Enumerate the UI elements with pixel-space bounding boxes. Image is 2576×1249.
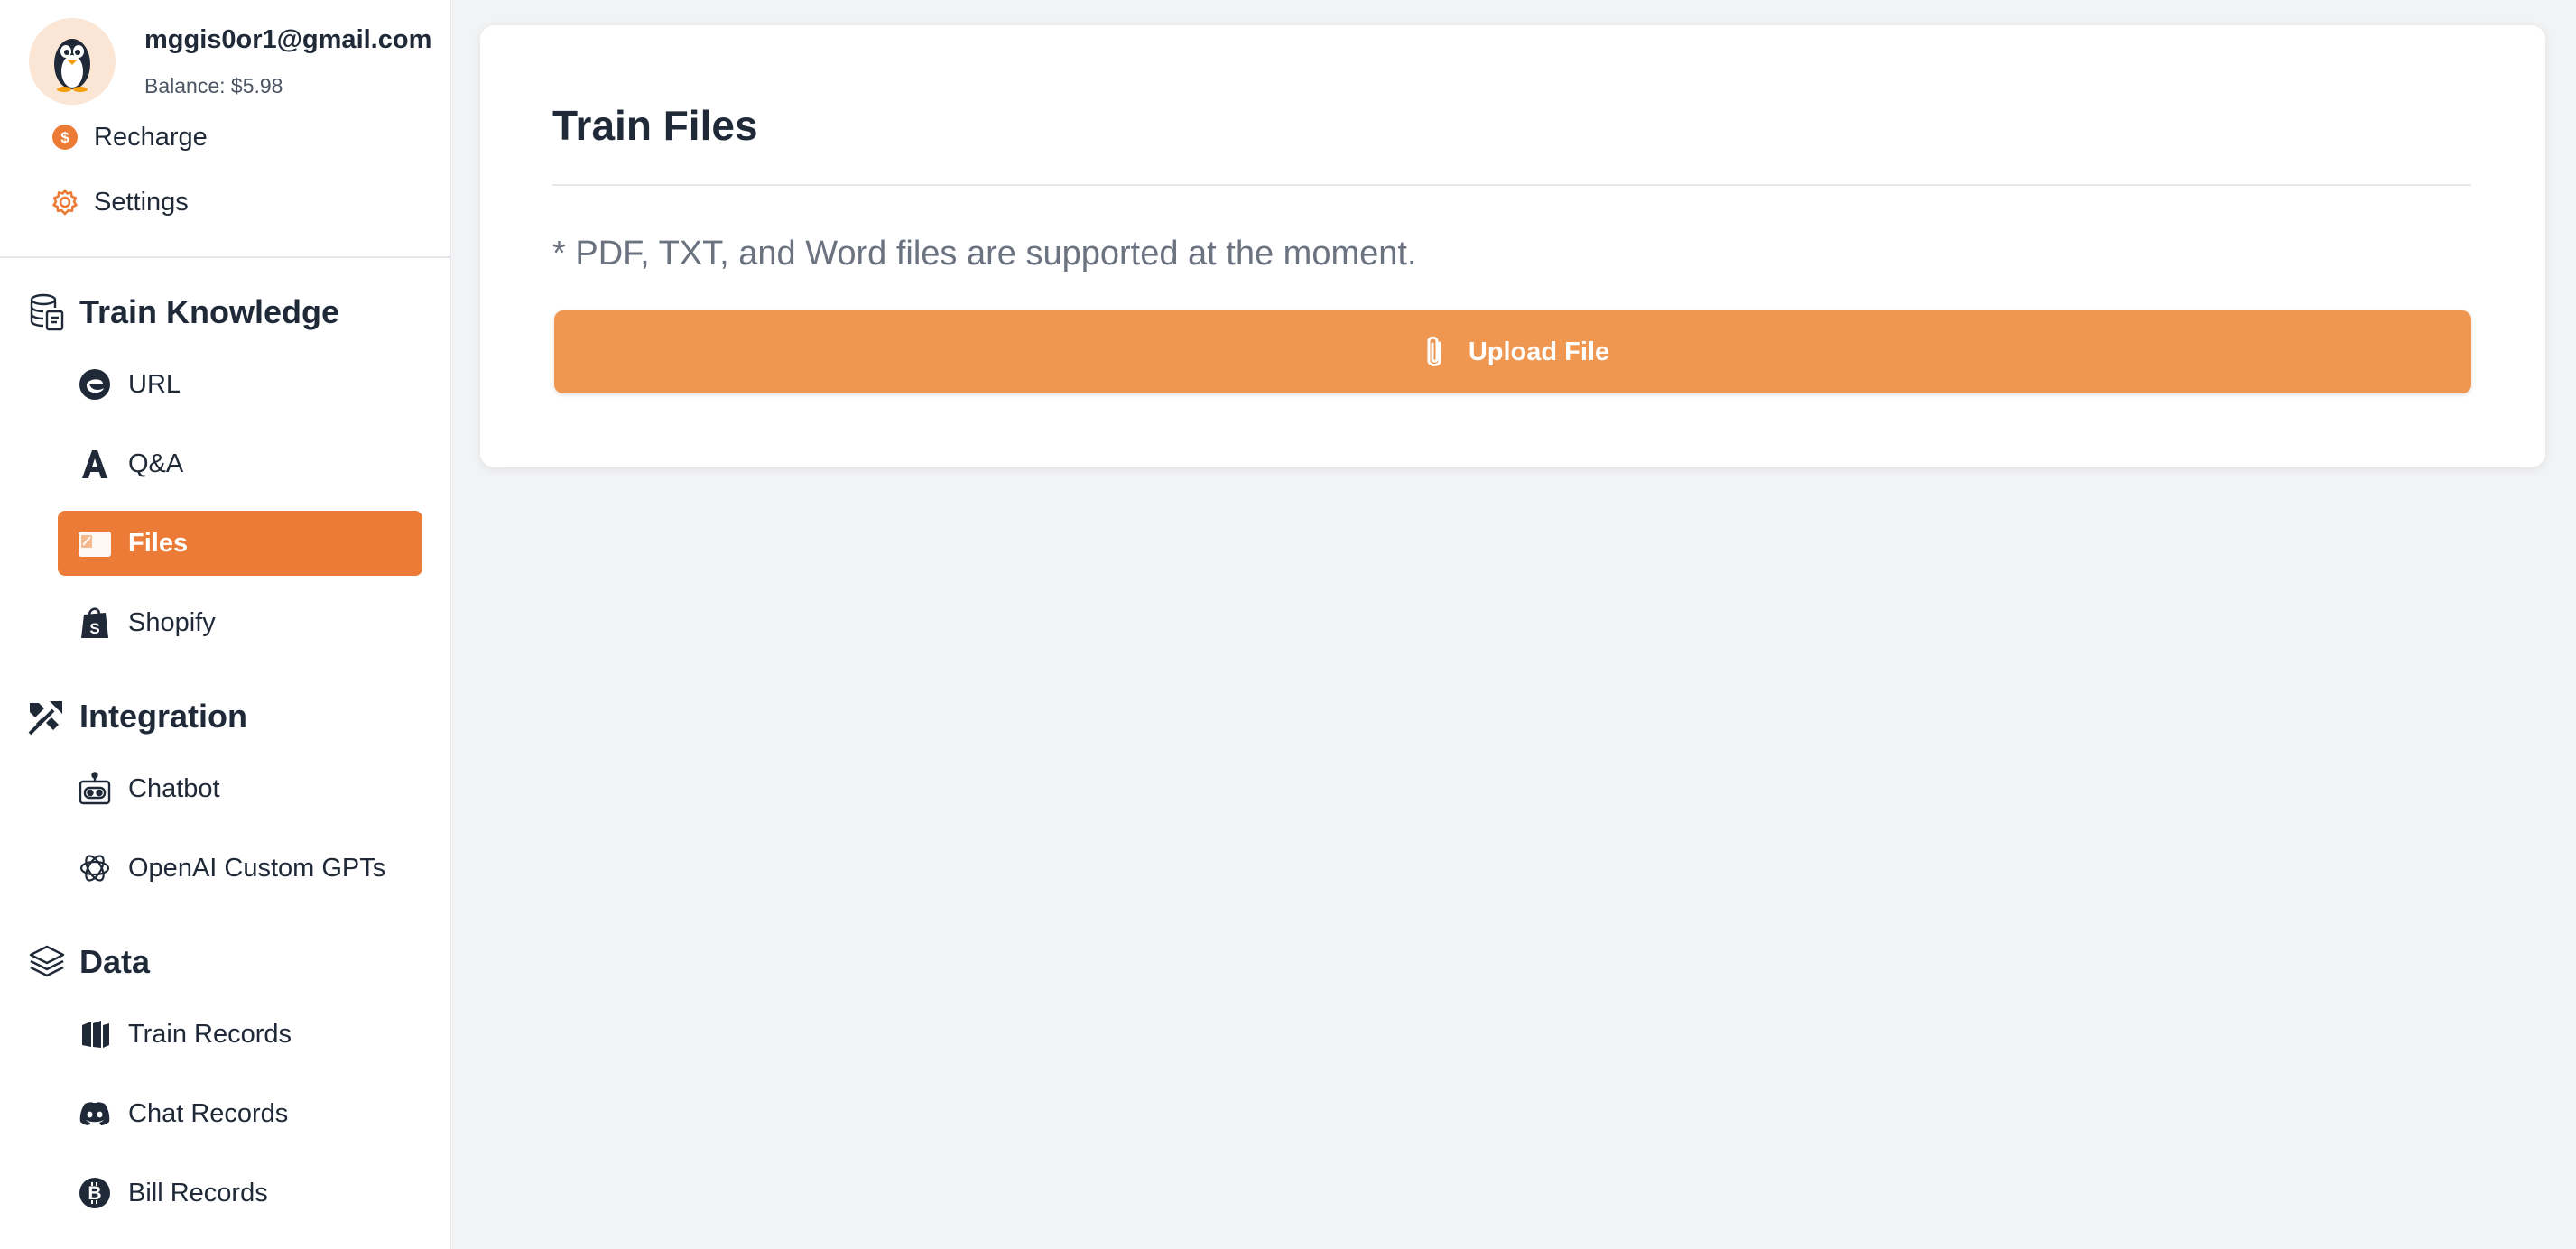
sidebar-item-files[interactable]: Files [58,511,422,576]
layers-icon [27,942,67,982]
robot-icon [78,772,112,806]
svg-text:B: B [88,1183,101,1204]
upload-file-button[interactable]: Upload File [554,310,2471,393]
sidebar-item-train-records[interactable]: Train Records [58,1002,422,1067]
sidebar-item-chat-records[interactable]: Chat Records [58,1081,422,1146]
user-email: mggis0or1@gmail.com [144,25,432,54]
section-data: Data [27,939,150,985]
train-files-card: Train Files * PDF, TXT, and Word files a… [480,25,2545,467]
page-title: Train Files [552,102,758,149]
sidebar-item-label: Q&A [128,449,184,478]
recharge-label: Recharge [94,122,208,152]
title-divider [552,184,2471,186]
sidebar-item-shopify[interactable]: S Shopify [58,590,422,655]
supported-files-note: * PDF, TXT, and Word files are supported… [552,235,1417,273]
user-balance: Balance: $5.98 [144,74,283,97]
sidebar-item-label: Chat Records [128,1098,289,1128]
paperclip-icon [1416,332,1452,372]
sidebar-item-label: OpenAI Custom GPTs [128,853,386,883]
section-title-data: Data [79,943,151,980]
shopify-bag-icon: S [78,606,112,640]
upload-file-label: Upload File [1468,337,1610,366]
sidebar-divider [0,256,451,258]
integration-icon [27,697,67,736]
sidebar: mggis0or1@gmail.com Balance: $5.98 $ Rec… [0,0,451,1249]
penguin-avatar-icon[interactable] [29,18,116,105]
settings-label: Settings [94,187,189,217]
sidebar-item-label: Chatbot [128,773,220,803]
bitcoin-icon: B [78,1176,112,1210]
database-icon [27,292,67,332]
sidebar-item-qa[interactable]: Q&A [58,431,422,496]
section-title-train-knowledge: Train Knowledge [79,293,340,330]
svg-text:S: S [89,620,99,637]
sidebar-item-label: URL [128,369,181,399]
section-integration: Integration [27,693,247,740]
discord-icon [78,1096,112,1131]
letter-a-icon [78,447,112,481]
sidebar-item-label: Shopify [128,607,216,637]
sidebar-item-chatbot[interactable]: Chatbot [58,756,422,821]
svg-text:$: $ [60,129,69,146]
sidebar-item-label: Files [128,528,189,558]
section-title-integration: Integration [79,698,247,735]
files-icon [78,526,112,560]
recharge-link[interactable]: $ Recharge [51,117,430,157]
settings-link[interactable]: Settings [51,182,430,222]
sidebar-item-openai-gpts[interactable]: OpenAI Custom GPTs [58,836,422,901]
section-train-knowledge: Train Knowledge [27,289,339,336]
app-root: mggis0or1@gmail.com Balance: $5.98 $ Rec… [0,0,2576,1249]
sidebar-item-bill-records[interactable]: B Bill Records [58,1161,422,1226]
user-card: mggis0or1@gmail.com Balance: $5.98 [29,18,435,105]
sidebar-item-label: Bill Records [128,1178,268,1207]
edge-browser-icon [78,367,112,402]
dollar-circle-icon: $ [51,123,79,152]
gear-icon [51,188,79,217]
train-records-icon [78,1017,112,1051]
openai-icon [78,851,112,885]
sidebar-item-label: Train Records [128,1019,292,1049]
sidebar-item-url[interactable]: URL [58,352,422,417]
